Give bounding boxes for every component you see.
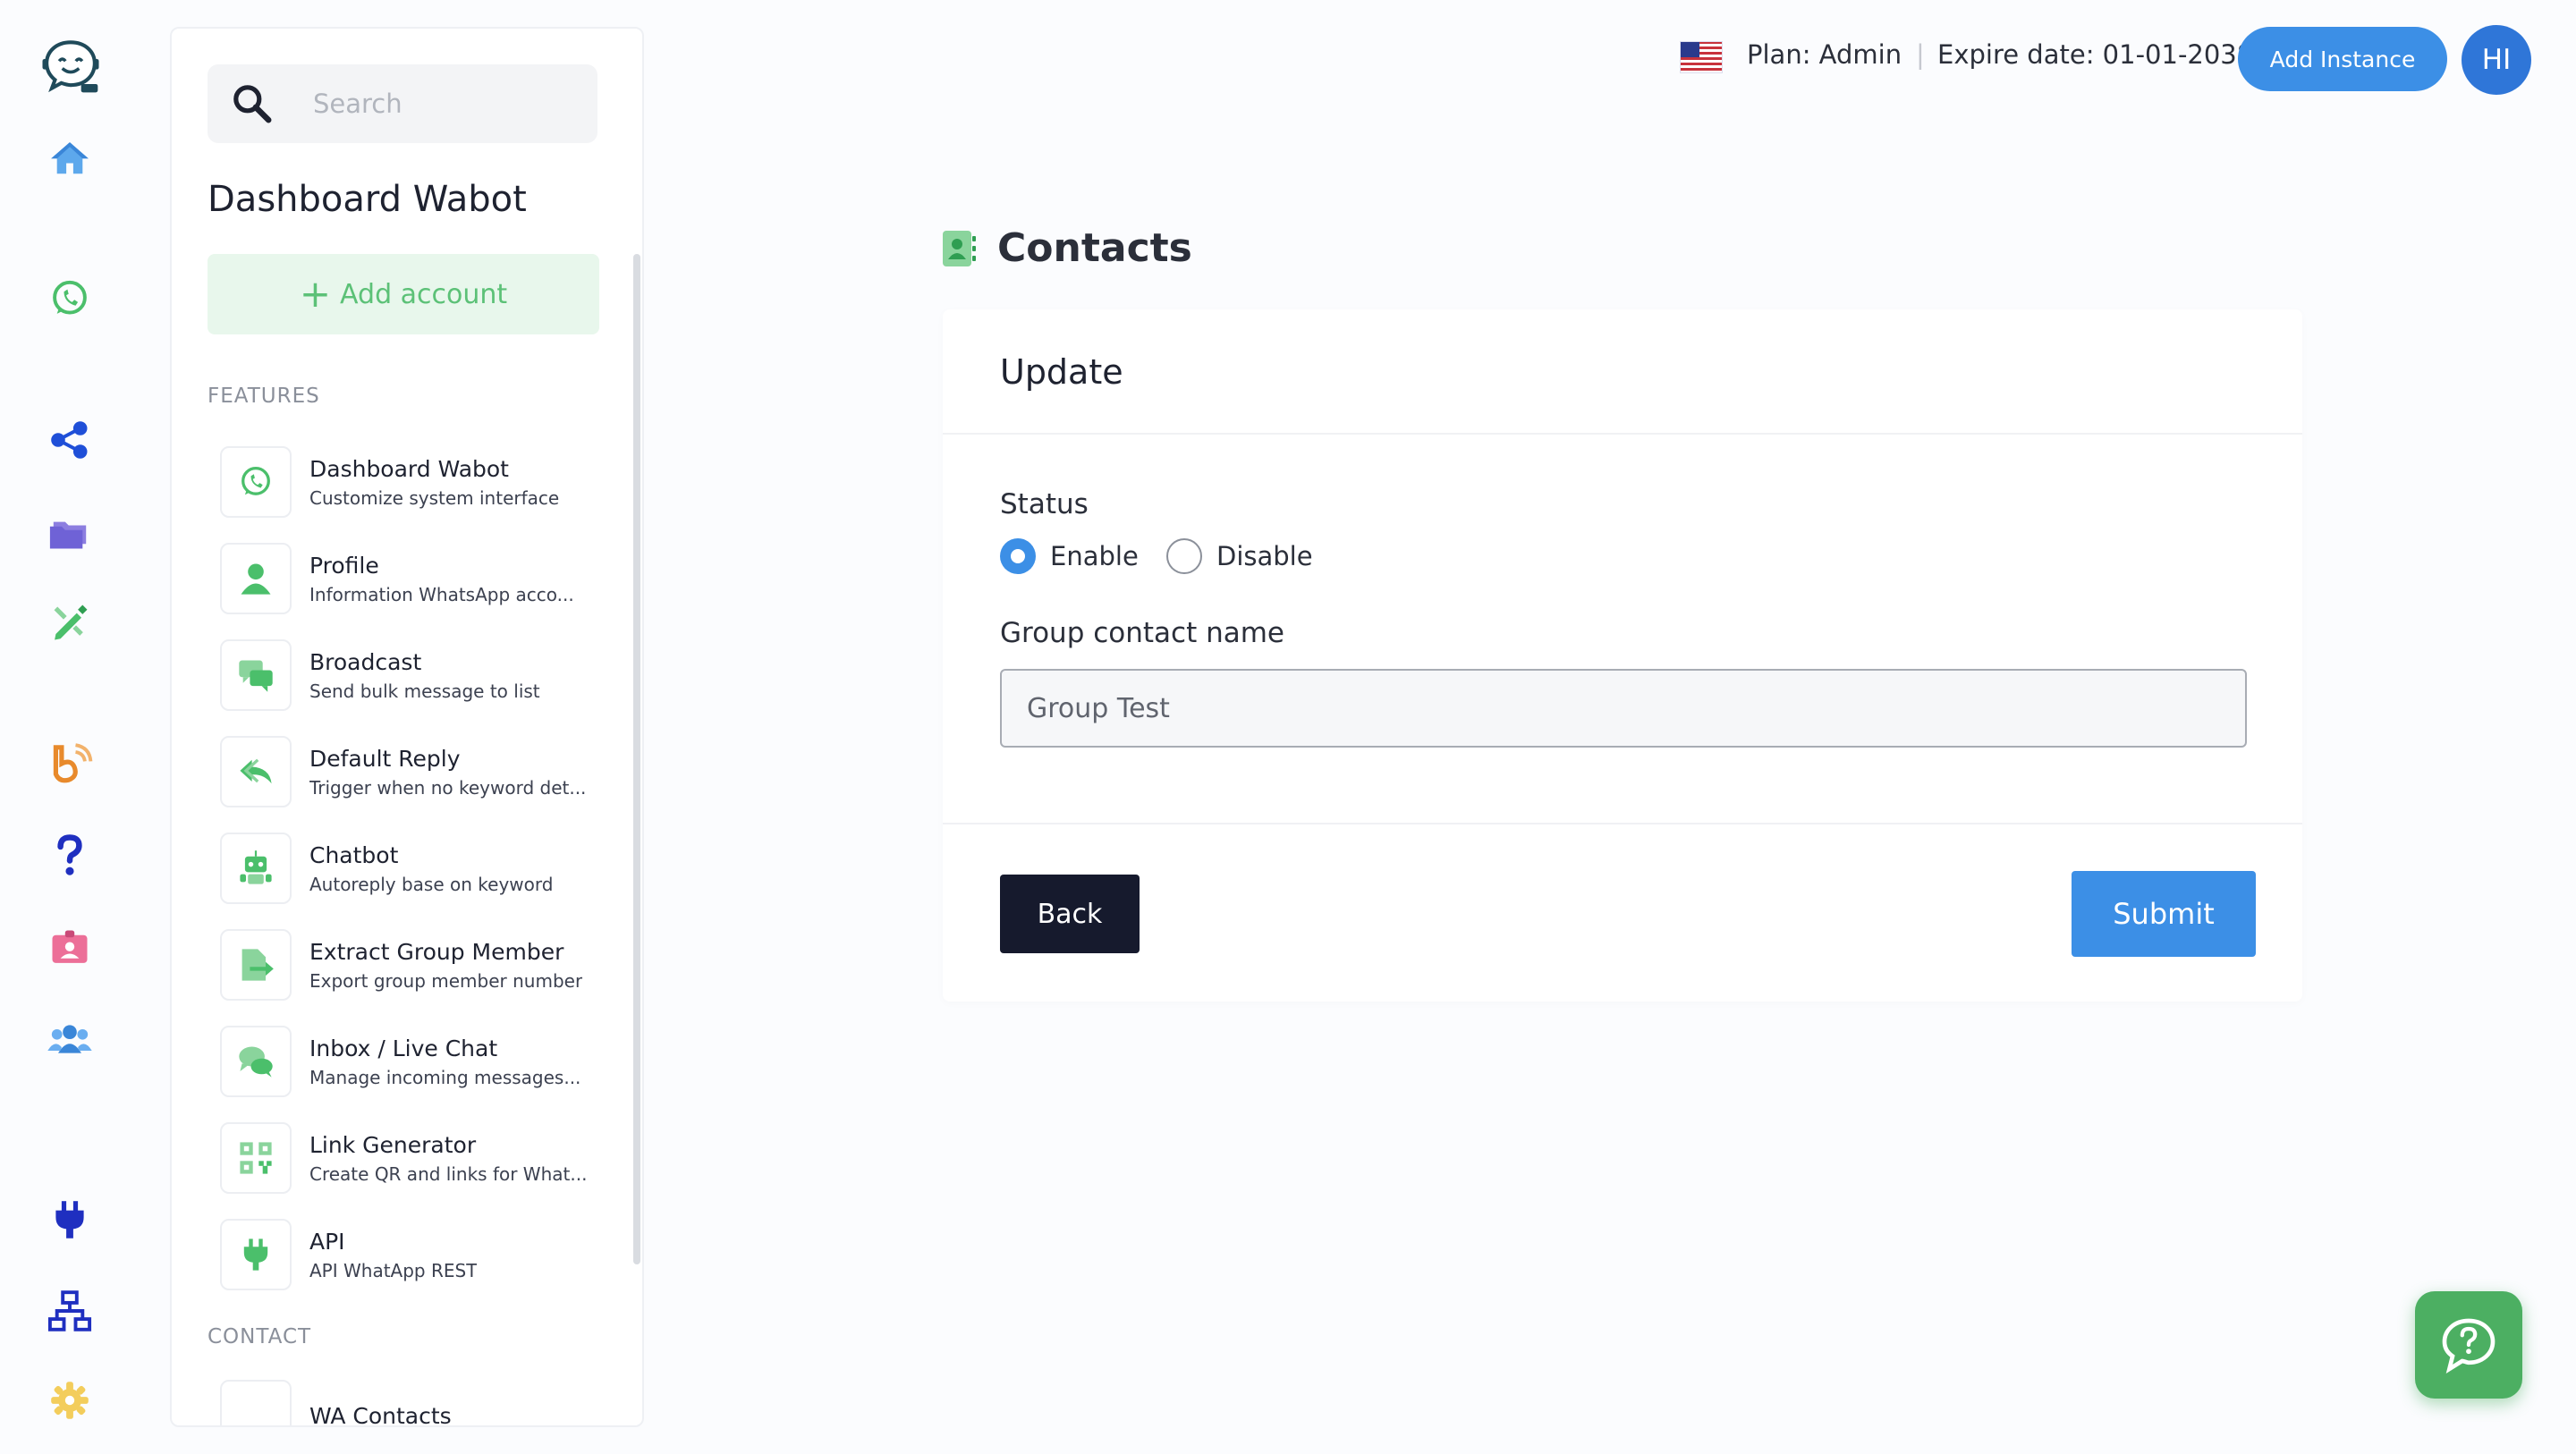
feature-item-wa-contacts[interactable]: WA Contacts: [220, 1377, 614, 1427]
feature-name: Inbox / Live Chat: [309, 1035, 498, 1061]
users-icon[interactable]: [43, 1012, 97, 1066]
divider: [943, 823, 2302, 824]
back-button[interactable]: Back: [1000, 875, 1140, 953]
plus-icon: +: [299, 272, 332, 316]
feature-item-chatbot[interactable]: Chatbot Autoreply base on keyword: [220, 830, 614, 907]
features-section-label: FEATURES: [208, 385, 320, 408]
feature-item-broadcast[interactable]: Broadcast Send bulk message to list: [220, 637, 614, 714]
app-logo[interactable]: [38, 34, 104, 97]
search-input[interactable]: Search: [313, 89, 402, 119]
submit-button[interactable]: Submit: [2072, 871, 2256, 957]
home-icon[interactable]: [43, 131, 97, 184]
status-enable-radio[interactable]: Enable: [1000, 538, 1139, 574]
group-contact-name-input[interactable]: [1000, 669, 2247, 748]
icon-rail: [0, 0, 140, 1454]
feature-item-default-reply[interactable]: Default Reply Trigger when no keyword det…: [220, 733, 614, 810]
feature-desc: Manage incoming messages...: [309, 1066, 581, 1088]
avatar[interactable]: HI: [2462, 25, 2531, 95]
feature-name: Broadcast: [309, 648, 422, 675]
share-icon[interactable]: [43, 413, 97, 467]
feature-name: Default Reply: [309, 745, 461, 772]
feature-name: Profile: [309, 552, 379, 579]
card-title: Update: [1000, 352, 1123, 392]
feature-desc: Customize system interface: [309, 486, 560, 509]
feature-desc: Information WhatsApp acco...: [309, 583, 574, 605]
folder-icon[interactable]: [43, 504, 97, 558]
feature-desc: Create QR and links for What...: [309, 1162, 588, 1185]
search-icon: [233, 85, 272, 123]
expire-date-text: Expire date: 01-01-2038: [1937, 39, 2254, 70]
update-card: Update Status Enable Disable Group conta…: [943, 309, 2302, 1002]
group-contact-name-label: Group contact name: [1000, 617, 1285, 649]
us-flag-icon[interactable]: [1680, 41, 1723, 73]
feature-item-api[interactable]: API API WhatApp REST: [220, 1216, 614, 1293]
feature-item-inbox[interactable]: Inbox / Live Chat Manage incoming message…: [220, 1023, 614, 1100]
help-chat-button[interactable]: [2415, 1291, 2522, 1399]
blogger-icon[interactable]: [43, 737, 97, 790]
feature-name: WA Contacts: [309, 1402, 452, 1427]
add-account-button[interactable]: + Add account: [208, 254, 599, 334]
header-separator: |: [1916, 39, 1925, 70]
feature-name: Link Generator: [309, 1131, 477, 1158]
chat-icon: [220, 1026, 292, 1097]
settings-icon[interactable]: [43, 1374, 97, 1427]
feature-item-profile[interactable]: Profile Information WhatsApp acco...: [220, 540, 614, 617]
feature-desc: Send bulk message to list: [309, 680, 540, 702]
radio-unchecked-icon[interactable]: [1166, 538, 1202, 574]
status-disable-radio[interactable]: Disable: [1166, 538, 1313, 574]
contacts-book-icon: [943, 231, 976, 266]
qr-icon: [220, 1122, 292, 1194]
feature-item-link-generator[interactable]: Link Generator Create QR and links for Wh…: [220, 1120, 614, 1196]
feature-name: API: [309, 1228, 345, 1255]
divider: [943, 433, 2302, 435]
export-icon: [220, 929, 292, 1001]
add-instance-button[interactable]: Add Instance: [2238, 27, 2447, 91]
whatsapp-icon: [220, 446, 292, 518]
add-account-label: Add account: [340, 278, 508, 310]
feature-name: Dashboard Wabot: [309, 455, 509, 482]
search-box[interactable]: Search: [208, 64, 597, 143]
user-icon: [220, 543, 292, 614]
edit-icon[interactable]: [43, 596, 97, 649]
sidebar-scrollbar[interactable]: [633, 254, 640, 1264]
plan-text: Plan: Admin: [1747, 39, 1902, 70]
feature-desc: API WhatApp REST: [309, 1259, 478, 1281]
feature-name: Extract Group Member: [309, 938, 564, 965]
network-icon[interactable]: [43, 1284, 97, 1338]
reply-icon: [220, 736, 292, 807]
broadcast-icon: [220, 639, 292, 711]
robot-icon: [220, 833, 292, 904]
radio-checked-icon[interactable]: [1000, 538, 1036, 574]
sidebar-panel: Search Dashboard Wabot + Add account FEA…: [170, 27, 644, 1427]
help-chat-icon: [2442, 1318, 2496, 1374]
status-label: Status: [1000, 488, 1089, 520]
feature-item-extract-group[interactable]: Extract Group Member Export group member …: [220, 926, 614, 1003]
feature-desc: Trigger when no keyword det...: [309, 776, 587, 799]
panel-title: Dashboard Wabot: [208, 179, 527, 220]
enable-label[interactable]: Enable: [1050, 541, 1139, 571]
contact-section-label: CONTACT: [208, 1325, 312, 1348]
plug-icon[interactable]: [43, 1193, 97, 1247]
whatsapp-icon[interactable]: [43, 272, 97, 325]
plug-icon: [220, 1219, 292, 1290]
feature-desc: Autoreply base on keyword: [309, 873, 554, 895]
feature-name: Chatbot: [309, 841, 399, 868]
help-question-icon[interactable]: [43, 828, 97, 882]
contacts-icon: [220, 1380, 292, 1425]
disable-label[interactable]: Disable: [1216, 541, 1313, 571]
contact-card-icon[interactable]: [43, 921, 97, 975]
feature-item-dashboard[interactable]: Dashboard Wabot Customize system interfac…: [220, 444, 614, 520]
feature-desc: Export group member number: [309, 969, 583, 992]
page-title: Contacts: [997, 225, 1192, 271]
